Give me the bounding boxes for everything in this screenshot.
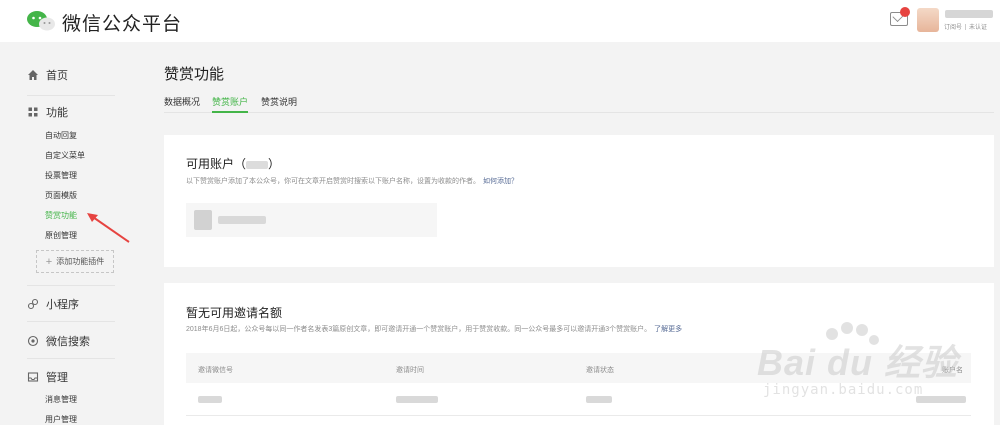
account-type: 订阅号 [944, 25, 963, 31]
available-title-prefix: 可用账户（ [186, 157, 247, 171]
sidebar-item-auto-reply[interactable]: 自动回复 [45, 130, 77, 141]
how-to-add-link[interactable]: 如何添加？ [483, 178, 518, 185]
invite-desc: 2018年6月6日起，公众号每以同一作者名发表3篇原创文章，即可邀请开通一个赞赏… [186, 324, 682, 334]
page-title: 赞赏功能 [164, 66, 225, 83]
mini-program-icon [27, 298, 39, 310]
sidebar-divider [27, 95, 115, 96]
sidebar-item-message-manage[interactable]: 消息管理 [45, 394, 77, 405]
column-header: 邀请时间 [396, 367, 424, 374]
watermark: Bai du 经验 jingyan.baidu.com [757, 322, 972, 422]
account-area: 订阅号 未认证 [880, 0, 1000, 42]
message-badge [900, 7, 910, 17]
tab-data-overview[interactable]: 数据概况 [164, 95, 200, 113]
tab-reward-description[interactable]: 赞赏说明 [261, 95, 297, 113]
available-accounts-title: 可用账户（ ） [186, 155, 280, 172]
sidebar-item-function[interactable]: 功能 [27, 104, 68, 120]
column-header: 邀请微信号 [198, 367, 233, 374]
inbox-icon [27, 372, 39, 382]
sidebar-item-page-template[interactable]: 页面模版 [45, 190, 77, 201]
sidebar: 首页 功能 自动回复 自定义菜单 投票管理 页面模版 赞赏功能 原创管理 + 添… [0, 42, 140, 425]
avatar[interactable] [917, 8, 939, 32]
sidebar-item-home[interactable]: 首页 [27, 67, 68, 83]
table-cell-redacted [586, 396, 612, 403]
account-status: 未认证 [969, 25, 988, 31]
brand-title[interactable]: 微信公众平台 [62, 9, 182, 36]
sidebar-item-vote[interactable]: 投票管理 [45, 170, 77, 181]
account-meta: 订阅号 未认证 [944, 22, 987, 31]
sidebar-label-function: 功能 [46, 107, 68, 119]
annotation-arrow-icon [87, 213, 130, 243]
available-accounts-desc: 以下赞赏账户添加了本公众号，你可在文章开启赞赏时搜索以下账户名称，设置为收款的作… [186, 176, 518, 186]
sidebar-item-manage[interactable]: 管理 [27, 369, 68, 385]
sidebar-item-reward[interactable]: 赞赏功能 [45, 210, 77, 221]
watermark-text: Bai du 经验 [757, 342, 959, 383]
sidebar-item-custom-menu[interactable]: 自定义菜单 [45, 150, 85, 161]
invite-title: 暂无可用邀请名额 [186, 306, 283, 320]
table-cell-redacted [198, 396, 222, 403]
available-title-suffix: ） [268, 157, 281, 171]
tab-reward-account[interactable]: 赞赏账户 [212, 95, 249, 113]
table-cell-redacted [396, 396, 438, 403]
sidebar-divider [27, 285, 115, 286]
available-desc-text: 以下赞赏账户添加了本公众号，你可在文章开启赞赏时搜索以下账户名称，设置为收款的作… [186, 178, 480, 185]
sidebar-divider [27, 321, 115, 322]
wechat-logo-icon[interactable] [26, 9, 56, 33]
sidebar-item-original[interactable]: 原创管理 [45, 230, 77, 241]
sidebar-label-mini-program: 小程序 [46, 299, 79, 311]
sidebar-item-mini-program[interactable]: 小程序 [27, 296, 79, 312]
learn-more-link[interactable]: 了解更多 [654, 326, 682, 333]
column-header: 邀请状态 [586, 367, 614, 374]
account-avatar-redacted [194, 210, 212, 230]
reward-account-item[interactable] [186, 203, 437, 237]
add-plugin-button[interactable]: + 添加功能插件 [36, 250, 114, 273]
add-plugin-label: 添加功能插件 [56, 257, 105, 266]
account-count-redacted [246, 160, 269, 169]
sidebar-item-wechat-search[interactable]: 微信搜索 [27, 333, 90, 349]
sidebar-divider [27, 358, 115, 359]
tab-bar: 数据概况 赞赏账户 赞赏说明 [164, 95, 994, 113]
top-header: 微信公众平台 订阅号 未认证 [0, 0, 1000, 42]
search-icon [27, 335, 39, 347]
grid-icon [28, 107, 38, 117]
sidebar-label-manage: 管理 [46, 372, 68, 384]
available-accounts-card: 可用账户（ ） 以下赞赏账户添加了本公众号，你可在文章开启赞赏时搜索以下账户名称，… [164, 135, 994, 267]
sidebar-label-wechat-search: 微信搜索 [46, 336, 90, 348]
sidebar-label-home: 首页 [46, 70, 68, 82]
plus-icon: + [45, 255, 53, 268]
account-name-redacted [945, 10, 993, 18]
home-icon [28, 70, 38, 80]
invite-desc-text: 2018年6月6日起，公众号每以同一作者名发表3篇原创文章，即可邀请开通一个赞赏… [186, 326, 652, 333]
account-name-redacted [218, 216, 266, 224]
sidebar-item-user-manage[interactable]: 用户管理 [45, 414, 77, 425]
watermark-url: jingyan.baidu.com [763, 382, 924, 398]
